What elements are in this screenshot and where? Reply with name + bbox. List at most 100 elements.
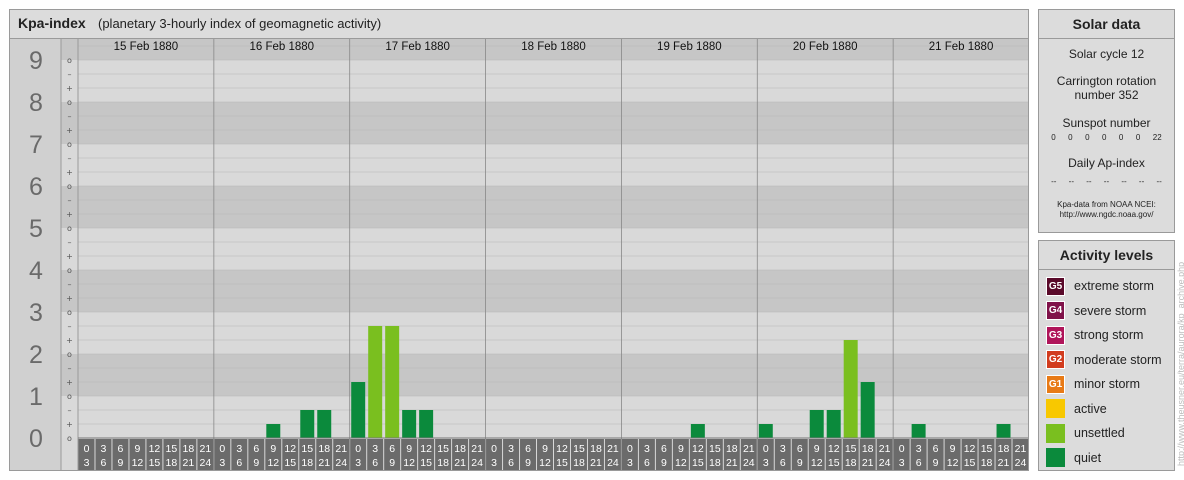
hour-start-label: 15: [437, 443, 449, 455]
hour-start-label: 0: [355, 443, 361, 455]
day-label: 17 Feb 1880: [385, 41, 450, 53]
data-source-url[interactable]: http://www.ngdc.noaa.gov/: [1039, 210, 1174, 220]
hour-end-label: 6: [101, 457, 107, 469]
data-source-line: Kpa-data from NOAA NCEI:: [1057, 200, 1156, 209]
hour-start-label: 6: [118, 443, 124, 455]
sunspot-label: Sunspot number: [1062, 116, 1151, 130]
activity-swatch: [1046, 448, 1065, 468]
kp-bar: [690, 424, 705, 438]
y-sublabel: –: [68, 322, 72, 331]
hour-start-label: 9: [678, 443, 684, 455]
hour-start-label: 3: [101, 443, 107, 455]
hour-end-label: 18: [845, 457, 857, 469]
hour-start-label: 9: [814, 443, 820, 455]
hour-end-label: 3: [219, 457, 225, 469]
hour-end-label: 9: [253, 457, 259, 469]
y-sublabel: –: [68, 196, 72, 205]
y-level-label: 1: [29, 383, 43, 411]
kpa-chart-panel: 0 1 2 3 4 5 6 7 8 9 o + – o + – o + – o + – o + – o + – o + – o + – o + – o 15…: [9, 9, 1029, 471]
y-sublabel: +: [66, 420, 73, 429]
ap-value: --: [1103, 177, 1110, 186]
hour-start-label: 0: [899, 443, 905, 455]
kp-bar: [843, 340, 858, 438]
level-band: [61, 186, 1028, 228]
activity-levels-title: Activity levels: [1039, 241, 1174, 270]
hour-start-label: 3: [780, 443, 786, 455]
activity-label: minor storm: [1074, 377, 1140, 392]
level-band: [61, 354, 1028, 396]
hour-end-label: 9: [118, 457, 124, 469]
hour-end-label: 12: [811, 457, 823, 469]
level-band: [61, 396, 1028, 438]
y-sublabel: o: [67, 140, 72, 149]
solar-data-title: Solar data: [1039, 10, 1174, 39]
hour-start-label: 6: [933, 443, 939, 455]
hour-end-label: 3: [491, 457, 497, 469]
hour-start-label: 9: [542, 443, 548, 455]
kp-bar: [300, 409, 315, 438]
hour-end-label: 6: [372, 457, 378, 469]
chart-subtitle: (planetary 3-hourly index of geomagnetic…: [98, 16, 382, 31]
hour-end-label: 15: [964, 457, 976, 469]
hour-end-label: 15: [284, 457, 296, 469]
kp-bar: [317, 409, 332, 438]
day-label: 16 Feb 1880: [249, 41, 314, 53]
hour-start-label: 18: [318, 443, 330, 455]
y-sublabel: o: [67, 56, 72, 65]
hour-start-label: 21: [471, 443, 483, 455]
hour-end-label: 9: [389, 457, 395, 469]
hour-start-label: 6: [389, 443, 395, 455]
hour-end-label: 12: [539, 457, 551, 469]
y-level-label: 3: [29, 299, 43, 327]
y-sublabel: o: [67, 308, 72, 317]
hour-start-label: 0: [219, 443, 225, 455]
ap-index-label: Daily Ap-index: [1068, 156, 1145, 170]
hour-end-label: 21: [590, 457, 602, 469]
activity-label: active: [1074, 401, 1107, 416]
hour-start-label: 15: [166, 443, 178, 455]
activity-label: strong storm: [1074, 328, 1144, 343]
hour-start-label: 12: [149, 443, 161, 455]
activity-swatch: G5: [1046, 276, 1065, 296]
y-sublabel: +: [66, 168, 73, 177]
hour-start-label: 18: [862, 443, 874, 455]
hour-end-label: 24: [471, 457, 483, 469]
y-sublabel: +: [66, 126, 73, 135]
hour-end-label: 21: [998, 457, 1010, 469]
y-level-label: 8: [29, 89, 43, 117]
y-sublabel: –: [68, 364, 72, 373]
y-sublabel: –: [68, 238, 72, 247]
y-sublabel: –: [68, 280, 72, 289]
hour-end-label: 9: [933, 457, 939, 469]
hour-end-label: 18: [981, 457, 993, 469]
activity-level-item: G5 extreme storm: [1046, 274, 1174, 299]
hour-end-label: 3: [627, 457, 633, 469]
y-sublabel: o: [67, 392, 72, 401]
hour-end-label: 6: [508, 457, 514, 469]
ap-value: --: [1086, 177, 1092, 186]
sunspot-value: 0: [1135, 133, 1141, 142]
hour-end-label: 18: [301, 457, 313, 469]
hour-end-label: 3: [899, 457, 905, 469]
y-sublabel: –: [68, 70, 72, 79]
hour-start-label: 21: [1015, 443, 1027, 455]
carrington-rotation: Carrington rotation number 352: [1056, 74, 1157, 102]
hour-end-label: 6: [236, 457, 242, 469]
activity-label: extreme storm: [1074, 279, 1154, 294]
y-sublabel: o: [67, 98, 72, 107]
ap-index-values: -- -- -- -- -- -- --: [1045, 177, 1168, 186]
sunspot-value: 0: [1068, 133, 1073, 142]
hour-end-label: 3: [84, 457, 90, 469]
hour-end-label: 12: [132, 457, 144, 469]
hour-start-label: 0: [763, 443, 769, 455]
hour-start-label: 15: [845, 443, 857, 455]
ap-value: --: [1138, 177, 1145, 186]
hour-start-label: 9: [950, 443, 956, 455]
hour-end-label: 24: [879, 457, 891, 469]
y-sublabel: –: [68, 406, 72, 415]
hour-end-label: 15: [828, 457, 840, 469]
activity-legend: G5 extreme storm G4 severe storm G3 strong st…: [1039, 270, 1174, 470]
hour-end-label: 21: [726, 457, 738, 469]
hour-end-label: 12: [267, 457, 279, 469]
y-level-label: 5: [29, 215, 43, 243]
